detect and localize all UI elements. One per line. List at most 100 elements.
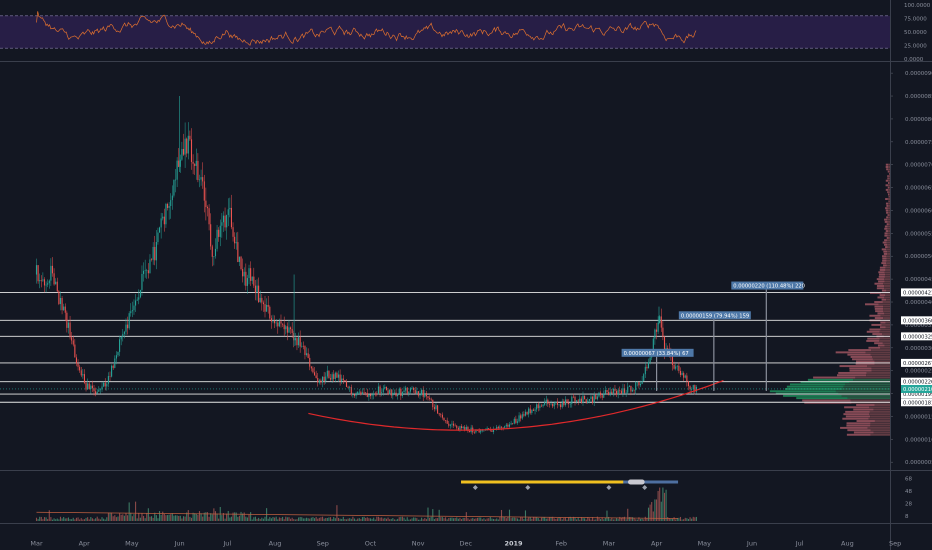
volume-bar (317, 518, 319, 521)
volume-bar (350, 518, 352, 521)
volume-bar (125, 513, 127, 521)
volume-bar (512, 517, 514, 521)
rsi-band (0, 15, 890, 49)
profile-bar (867, 365, 890, 368)
candle-body (246, 278, 248, 286)
candle-body (42, 279, 44, 281)
candle-body (296, 338, 298, 346)
volume-bar (85, 517, 87, 521)
x-tick-label: Dec (460, 540, 473, 548)
candle-body (534, 409, 536, 411)
candle-body (684, 375, 686, 378)
volume-bar (90, 517, 92, 521)
candle-body (77, 363, 79, 367)
profile-bar (874, 404, 890, 406)
candle-body (592, 396, 594, 403)
x-tick-label: May (698, 540, 712, 548)
volume-bar (304, 518, 306, 521)
candle-body (595, 394, 597, 400)
profile-bar (846, 422, 871, 425)
candle-body (106, 383, 108, 387)
volume-bar (206, 512, 209, 521)
profile-bar (880, 328, 890, 331)
candle-body (301, 345, 303, 347)
candle-body (224, 215, 226, 228)
price-chart[interactable]: 100.0000 75.0000 50.0000 25.0000 0.0000 0.00… (0, 0, 932, 550)
candle-body (291, 329, 293, 334)
candle-body (63, 306, 65, 311)
profile-bar (843, 413, 870, 416)
profile-bar (866, 371, 890, 374)
candle-body (505, 424, 507, 427)
candle-body (98, 389, 100, 392)
volume-bar (198, 511, 201, 521)
volume-bar (408, 519, 410, 521)
candle-body (238, 256, 240, 262)
candle-body (368, 394, 370, 397)
candle-body (371, 395, 373, 397)
candle-body (577, 400, 579, 402)
x-tick-label: Sep (889, 540, 901, 548)
volume-bar (576, 519, 578, 521)
profile-bar (878, 271, 885, 274)
volume-bar (48, 510, 50, 521)
volume-bar (619, 516, 621, 521)
candle-body (555, 401, 557, 403)
candle-body (435, 405, 437, 410)
volume-bar (141, 513, 143, 521)
candle-body (202, 177, 204, 182)
profile-bar (846, 424, 871, 427)
candle-body (374, 393, 376, 395)
profile-bar (844, 383, 890, 386)
profile-bar (887, 198, 890, 201)
volume-bar (500, 509, 503, 521)
profile-bar (870, 422, 890, 425)
volume-bar (413, 517, 415, 521)
volume-tick-label: 48 (905, 489, 912, 495)
volume-bar (373, 517, 375, 521)
candle-body (243, 271, 245, 277)
volume-bar (151, 516, 153, 521)
candle-body (660, 316, 662, 328)
volume-bar (694, 517, 696, 521)
volume-bar (520, 517, 522, 521)
volume-bar (310, 517, 312, 521)
projection-label: 0.00000159 (79.94%) 159 (681, 313, 749, 319)
volume-bar (253, 517, 255, 521)
volume-bar (190, 517, 193, 521)
x-tick-label: May (125, 540, 139, 548)
volume-bar (312, 517, 314, 521)
volume-bar (392, 518, 394, 521)
volume-bar (197, 514, 199, 521)
timeline-progress (461, 480, 624, 484)
candle-body (254, 285, 256, 293)
volume-bar (405, 519, 407, 521)
candle-body (600, 392, 602, 396)
candle-body (422, 389, 424, 397)
timeline-highlight (627, 479, 645, 485)
candle-body (283, 324, 285, 330)
volume-bar (534, 517, 536, 521)
volume-bar (496, 518, 498, 521)
profile-bar (884, 278, 890, 281)
volume-bar (600, 519, 602, 521)
volume-bar (617, 519, 619, 521)
volume-bar (112, 516, 114, 521)
candle-body (369, 394, 372, 397)
profile-bar (886, 298, 890, 301)
price-tick-label: 0.00000500 (905, 254, 932, 260)
volume-bar (210, 513, 212, 521)
volume-bar (393, 519, 395, 521)
volume-bar (321, 516, 324, 521)
candle-body (114, 358, 116, 368)
x-tick-label: Feb (555, 540, 567, 548)
profile-bar (885, 166, 889, 168)
candle-body (158, 227, 161, 233)
volume-bar (539, 519, 541, 521)
profile-bar (888, 168, 890, 171)
candle-body (197, 160, 199, 180)
candle-body (313, 372, 316, 376)
profile-bar (870, 353, 890, 356)
volume-bar (43, 517, 46, 521)
candle-body (274, 320, 276, 324)
